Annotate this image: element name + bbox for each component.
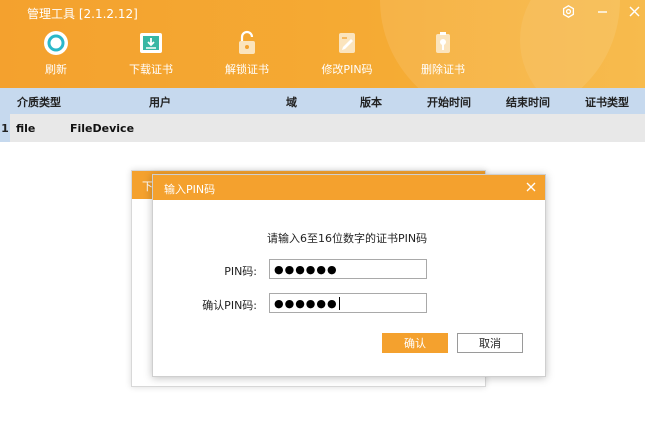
- close-icon[interactable]: [623, 1, 645, 21]
- delete-cert-label: 删除证书: [421, 63, 465, 76]
- unlock-cert-label: 解锁证书: [225, 63, 269, 76]
- change-pin-label: 修改PIN码: [321, 63, 373, 76]
- cancel-button[interactable]: 取消: [457, 333, 523, 353]
- text-caret: [338, 296, 340, 310]
- unlock-icon: [234, 30, 260, 56]
- settings-icon[interactable]: [557, 1, 579, 21]
- download-cert-button[interactable]: 下载证书: [116, 30, 186, 82]
- edit-icon: [334, 30, 360, 56]
- confirm-pin-label: 确认PIN码:: [202, 299, 257, 312]
- column-header-cert-type[interactable]: 证书类型: [585, 94, 629, 110]
- close-icon[interactable]: [523, 179, 539, 195]
- confirm-pin-input[interactable]: ●●●●●●: [269, 293, 427, 313]
- download-icon: [138, 30, 164, 56]
- column-header-domain[interactable]: 域: [286, 94, 297, 110]
- download-cert-label: 下载证书: [129, 63, 173, 76]
- refresh-button[interactable]: 刷新: [21, 30, 91, 82]
- refresh-icon: [43, 30, 69, 56]
- app-window: 管理工具 [2.1.2.12] 刷新 下载证书 解锁证书 修改PIN码 删除证书…: [0, 0, 645, 438]
- column-header-version[interactable]: 版本: [360, 94, 382, 110]
- column-header-media-type[interactable]: 介质类型: [17, 94, 61, 110]
- app-title: 管理工具 [2.1.2.12]: [27, 7, 138, 21]
- column-header-end-time[interactable]: 结束时间: [506, 94, 550, 110]
- pin-input[interactable]: ●●●●●●: [269, 259, 427, 279]
- minimize-icon[interactable]: [591, 1, 613, 21]
- table-row[interactable]: 1 file FileDevice: [0, 114, 645, 142]
- change-pin-button[interactable]: 修改PIN码: [312, 30, 382, 82]
- cell-user: FileDevice: [70, 122, 135, 135]
- confirm-pin-input-value: ●●●●●●: [274, 296, 338, 310]
- column-header-start-time[interactable]: 开始时间: [427, 94, 471, 110]
- ok-button[interactable]: 确认: [382, 333, 448, 353]
- delete-cert-button[interactable]: 删除证书: [408, 30, 478, 82]
- column-header-user[interactable]: 用户: [149, 94, 171, 110]
- row-number: 1: [0, 114, 10, 142]
- pin-dialog: 输入PIN码 请输入6至16位数字的证书PIN码 PIN码: ●●●●●● 确认…: [152, 174, 546, 377]
- refresh-label: 刷新: [45, 63, 67, 76]
- pin-dialog-title: 输入PIN码: [164, 183, 216, 196]
- pin-dialog-titlebar: 输入PIN码: [153, 175, 545, 200]
- pin-input-value: ●●●●●●: [274, 262, 338, 276]
- header-bar: 管理工具 [2.1.2.12] 刷新 下载证书 解锁证书 修改PIN码 删除证书: [0, 0, 645, 88]
- delete-cert-icon: [430, 30, 456, 56]
- table-header: 介质类型 用户 域 版本 开始时间 结束时间 证书类型: [0, 88, 645, 114]
- cell-media-type: file: [16, 122, 36, 135]
- pin-prompt: 请输入6至16位数字的证书PIN码: [267, 232, 428, 245]
- unlock-cert-button[interactable]: 解锁证书: [212, 30, 282, 82]
- pin-label: PIN码:: [224, 265, 257, 278]
